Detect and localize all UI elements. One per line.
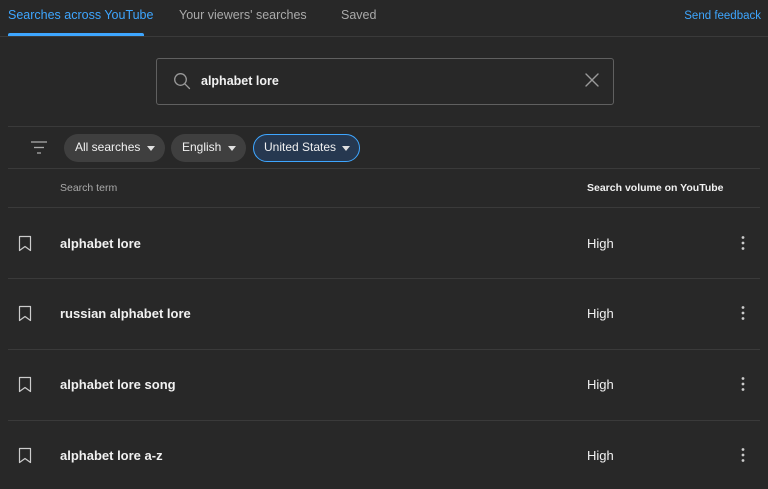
search-term[interactable]: alphabet lore	[60, 236, 141, 251]
bookmark-icon[interactable]	[18, 376, 32, 393]
column-header-search-volume[interactable]: Search volume on YouTube	[587, 182, 724, 194]
filter-chip-search-type[interactable]: All searches	[64, 134, 165, 162]
bookmark-icon[interactable]	[18, 447, 32, 464]
bookmark-icon[interactable]	[18, 305, 32, 322]
youtube-research-page: Searches across YouTube Your viewers' se…	[0, 0, 768, 489]
filter-icon[interactable]	[30, 140, 48, 155]
column-header-search-term[interactable]: Search term	[60, 182, 117, 194]
search-icon	[174, 73, 191, 90]
more-vert-icon[interactable]	[738, 376, 748, 392]
table-row[interactable]: alphabet lore High	[8, 208, 760, 279]
send-feedback-link[interactable]: Send feedback	[684, 0, 761, 33]
tab-searches-across-youtube[interactable]: Searches across YouTube	[8, 0, 153, 36]
bookmark-icon[interactable]	[18, 235, 32, 252]
table-row[interactable]: alphabet lore a-z High	[8, 421, 760, 489]
filter-chip-country[interactable]: United States	[253, 134, 360, 162]
more-vert-icon[interactable]	[738, 447, 748, 463]
tab-bar: Searches across YouTube Your viewers' se…	[0, 0, 768, 37]
filter-chip-label: English	[182, 140, 222, 154]
search-volume: High	[587, 377, 614, 392]
divider	[8, 168, 760, 169]
search-volume: High	[587, 306, 614, 321]
tab-saved[interactable]: Saved	[341, 0, 376, 36]
caret-down-icon	[342, 146, 350, 151]
tab-your-viewers-searches[interactable]: Your viewers' searches	[179, 0, 307, 36]
close-icon[interactable]	[584, 72, 600, 88]
search-volume: High	[587, 236, 614, 251]
caret-down-icon	[147, 146, 155, 151]
table-row[interactable]: russian alphabet lore High	[8, 279, 760, 350]
divider	[8, 126, 760, 127]
filter-chip-label: United States	[264, 140, 337, 154]
table-row[interactable]: alphabet lore song High	[8, 350, 760, 421]
search-volume: High	[587, 448, 614, 463]
more-vert-icon[interactable]	[738, 235, 748, 251]
search-term[interactable]: alphabet lore song	[60, 377, 176, 392]
filter-chip-language[interactable]: English	[171, 134, 246, 162]
active-tab-indicator	[8, 33, 144, 36]
search-box	[156, 58, 614, 105]
search-term[interactable]: alphabet lore a-z	[60, 448, 163, 463]
more-vert-icon[interactable]	[738, 305, 748, 321]
filter-chip-label: All searches	[75, 140, 141, 154]
caret-down-icon	[228, 146, 236, 151]
search-input[interactable]	[201, 70, 561, 92]
search-term[interactable]: russian alphabet lore	[60, 306, 191, 321]
